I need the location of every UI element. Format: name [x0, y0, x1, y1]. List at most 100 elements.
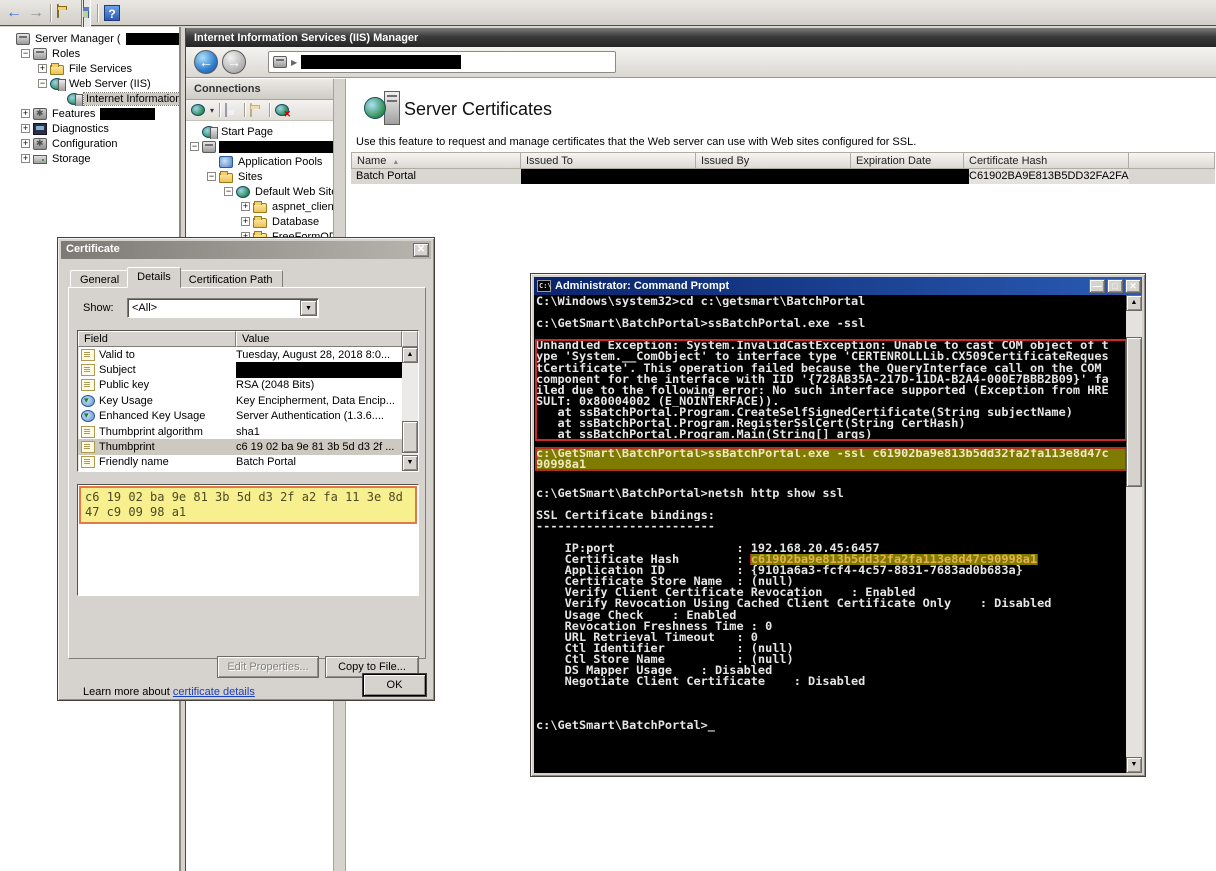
- console-line: Usage Check : Enabled: [536, 610, 1126, 621]
- chevron-down-icon[interactable]: ▼: [300, 300, 317, 316]
- field-value-textarea[interactable]: c6 19 02 ba 9e 81 3b 5d d3 2f a2 fa 11 3…: [77, 484, 419, 596]
- fields-list-scrollbar[interactable]: ▲ ▼: [402, 347, 418, 471]
- scrollbar-thumb[interactable]: [1126, 337, 1142, 487]
- back-icon[interactable]: ←: [6, 5, 22, 21]
- close-icon[interactable]: ✕: [413, 243, 429, 257]
- configuration-icon: [33, 138, 47, 150]
- connections-tree-item-default-web-site[interactable]: −Default Web Site: [186, 184, 333, 199]
- server-manager-tree-item-diagnostics[interactable]: +Diagnostics: [0, 121, 179, 136]
- collapse-icon[interactable]: −: [224, 187, 233, 196]
- column-header-blank[interactable]: [1129, 152, 1215, 169]
- server-manager-tree-item-server-manager[interactable]: Server Manager (: [0, 31, 179, 46]
- expand-icon[interactable]: +: [21, 139, 30, 148]
- field-row-enhanced-key-usage[interactable]: Enhanced Key UsageServer Authentication …: [78, 409, 418, 424]
- help-icon[interactable]: ?: [104, 5, 120, 21]
- column-field[interactable]: Field: [78, 331, 236, 347]
- table-row[interactable]: Batch Portal C61902BA9E813B5DD32FA2FA1..…: [351, 169, 1215, 184]
- collapse-icon[interactable]: −: [21, 49, 30, 58]
- field-value: [236, 362, 418, 378]
- server-manager-tree-item-web-server-iis[interactable]: −Web Server (IIS): [0, 76, 179, 91]
- save-icon[interactable]: [225, 104, 239, 117]
- connections-tree-item-aspnet-client[interactable]: + aspnet_client: [186, 199, 333, 214]
- certificate-details-link[interactable]: certificate details: [173, 686, 255, 698]
- edit-properties-button[interactable]: Edit Properties...: [217, 656, 319, 678]
- field-row-friendly-name[interactable]: Friendly nameBatch Portal: [78, 455, 418, 470]
- command-prompt-titlebar[interactable]: C:\ Administrator: Command Prompt — □ ✕: [534, 277, 1142, 295]
- server-manager-tree-item-roles[interactable]: −Roles: [0, 46, 179, 61]
- tab-general[interactable]: General: [70, 270, 129, 288]
- scroll-down-icon[interactable]: ▼: [402, 455, 418, 471]
- field-row-thumbprint[interactable]: Thumbprintc6 19 02 ba 9e 81 3b 5d d3 2f …: [78, 439, 418, 454]
- column-value[interactable]: Value: [236, 331, 402, 347]
- show-dropdown[interactable]: <All> ▼: [127, 298, 319, 318]
- forward-icon[interactable]: →: [28, 5, 44, 21]
- iis-titlebar[interactable]: Internet Information Services (IIS) Mana…: [186, 28, 1216, 47]
- scroll-down-icon[interactable]: ▼: [1126, 757, 1142, 773]
- console-line: ype 'System.__ComObject' to interface ty…: [536, 351, 1126, 362]
- expand-icon[interactable]: +: [241, 217, 250, 226]
- column-header-expiration-date[interactable]: Expiration Date: [851, 152, 964, 169]
- server-manager-tree-item-features[interactable]: +Features: [0, 106, 179, 121]
- expand-icon[interactable]: +: [21, 109, 30, 118]
- field-row-thumbprint-algorithm[interactable]: Thumbprint algorithmsha1: [78, 424, 418, 439]
- server-manager-tree-item-internet-information-se[interactable]: Internet Information Se: [0, 91, 179, 106]
- connections-tree-item-start-page[interactable]: Start Page: [186, 124, 333, 139]
- cert-field-icon: [81, 379, 95, 391]
- field-name: Friendly name: [99, 456, 169, 468]
- collapse-icon[interactable]: −: [207, 172, 216, 181]
- field-row-valid-to[interactable]: Valid toTuesday, August 28, 2018 8:0...: [78, 347, 418, 362]
- minimize-icon[interactable]: —: [1089, 279, 1105, 293]
- connections-tree-item-application-pools[interactable]: Application Pools: [186, 154, 333, 169]
- close-icon[interactable]: ✕: [1125, 279, 1141, 293]
- scroll-up-icon[interactable]: ▲: [402, 347, 418, 363]
- column-header-certificate-hash[interactable]: Certificate Hash: [964, 152, 1129, 169]
- command-prompt-window: C:\ Administrator: Command Prompt — □ ✕ …: [530, 273, 1146, 777]
- console-line: [536, 709, 1126, 720]
- connections-tree-item-database[interactable]: +Database: [186, 214, 333, 229]
- expand-icon[interactable]: +: [21, 124, 30, 133]
- certificate-dialog-titlebar[interactable]: Certificate ✕: [61, 241, 431, 259]
- collapse-icon[interactable]: −: [190, 142, 199, 151]
- delete-connection-icon[interactable]: [275, 104, 289, 117]
- tree-item-label: aspnet_client: [270, 201, 333, 213]
- iis-icon: [67, 93, 81, 105]
- export-folder-icon[interactable]: [57, 5, 75, 21]
- ok-button[interactable]: OK: [363, 674, 426, 696]
- scroll-up-icon[interactable]: ▲: [1126, 295, 1142, 311]
- expand-icon[interactable]: +: [21, 154, 30, 163]
- field-name: Key Usage: [99, 395, 153, 407]
- tab-certification-path[interactable]: Certification Path: [179, 270, 283, 288]
- server-manager-tree-item-file-services[interactable]: +File Services: [0, 61, 179, 76]
- connections-tree-item-sites[interactable]: −Sites: [186, 169, 333, 184]
- cert-field-icon: [81, 349, 95, 361]
- column-header-issued-to[interactable]: Issued To: [521, 152, 696, 169]
- server-manager-tree-item-configuration[interactable]: +Configuration: [0, 136, 179, 151]
- column-header-issued-by[interactable]: Issued By: [696, 152, 851, 169]
- tab-details[interactable]: Details: [127, 267, 181, 288]
- connections-tree-item-server[interactable]: −: [186, 139, 333, 154]
- cell-certificate-hash: C61902BA9E813B5DD32FA2FA1...: [964, 169, 1129, 184]
- scrollbar-thumb[interactable]: [402, 421, 418, 453]
- nav-forward-button[interactable]: →: [222, 50, 246, 74]
- console-line: Unhandled Exception: System.InvalidCastE…: [536, 340, 1126, 351]
- console-scrollbar[interactable]: ▲ ▼: [1126, 295, 1142, 773]
- field-row-public-key[interactable]: Public keyRSA (2048 Bits): [78, 378, 418, 393]
- certificate-fields-list: Field Value Valid toTuesday, August 28, …: [77, 330, 419, 472]
- redaction-box: [301, 55, 461, 69]
- collapse-icon[interactable]: −: [38, 79, 47, 88]
- field-row-key-usage[interactable]: Key UsageKey Encipherment, Data Encip...: [78, 393, 418, 408]
- up-icon[interactable]: [250, 104, 264, 117]
- connect-icon[interactable]: [191, 104, 205, 117]
- console-line: [536, 532, 1126, 543]
- field-row-subject[interactable]: Subject: [78, 362, 418, 377]
- nav-back-button[interactable]: ←: [194, 50, 218, 74]
- address-bar[interactable]: ▶: [268, 51, 616, 73]
- server-manager-tree-item-storage[interactable]: +Storage: [0, 151, 179, 166]
- column-header-name[interactable]: Name▲: [351, 152, 521, 169]
- maximize-icon[interactable]: □: [1107, 279, 1123, 293]
- console-line: SULT: 0x80004002 (E_NOINTERFACE)).: [536, 396, 1126, 407]
- page-title: Server Certificates: [404, 99, 552, 120]
- connect-dropdown-icon[interactable]: ▾: [210, 106, 214, 115]
- expand-icon[interactable]: +: [38, 64, 47, 73]
- expand-icon[interactable]: +: [241, 202, 250, 211]
